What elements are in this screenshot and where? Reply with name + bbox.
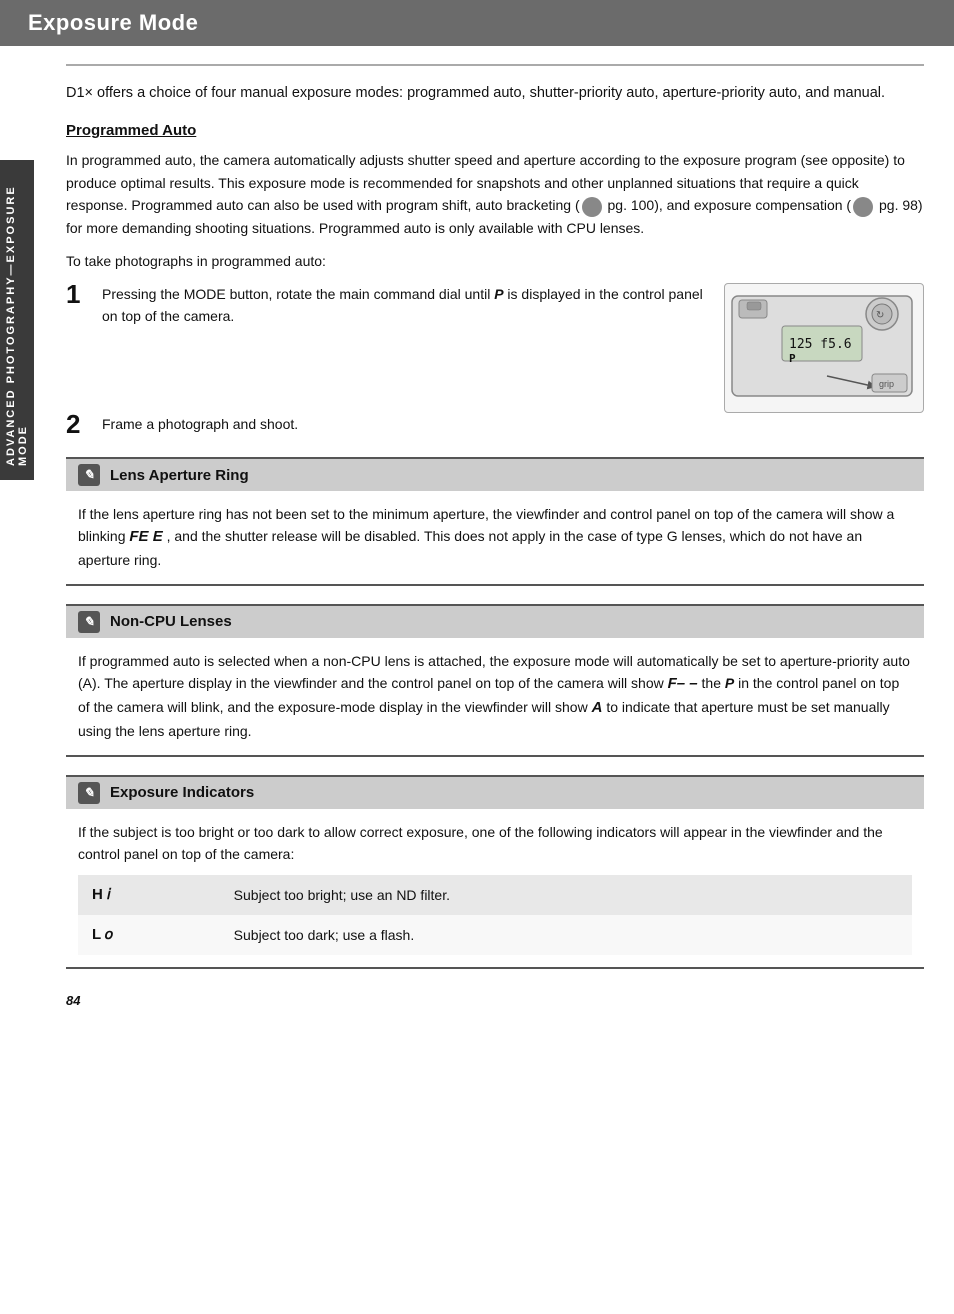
step1-container: 1 Pressing the MODE button, rotate the m… bbox=[66, 283, 704, 328]
exposure-indicators-text: If the subject is too bright or too dark… bbox=[78, 821, 912, 866]
step1-text: Pressing the MODE button, rotate the mai… bbox=[102, 283, 704, 328]
exposure-indicators-box: ✎ Exposure Indicators If the subject is … bbox=[66, 775, 924, 970]
step2-number: 2 bbox=[66, 411, 86, 437]
camera-diagram: ↻ 125 f5.6 P grip bbox=[724, 283, 924, 413]
bracket-icon bbox=[582, 197, 602, 217]
step1-row: 1 Pressing the MODE button, rotate the m… bbox=[66, 283, 924, 413]
programmed-auto-body: In programmed auto, the camera automatic… bbox=[66, 149, 924, 239]
f-minus-symbol: F– – bbox=[668, 675, 698, 692]
intro-text: D1× offers a choice of four manual expos… bbox=[66, 82, 924, 104]
step1-left: 1 Pressing the MODE button, rotate the m… bbox=[66, 283, 704, 344]
step-intro: To take photographs in programmed auto: bbox=[66, 253, 924, 269]
lens-aperture-title: Lens Aperture Ring bbox=[110, 467, 249, 484]
indicator-symbol-lo: L 𝑜 bbox=[78, 915, 220, 955]
indicator-desc-hi: Subject too bright; use an ND filter. bbox=[220, 875, 912, 915]
non-cpu-header: ✎ Non-CPU Lenses bbox=[66, 606, 924, 638]
page-number: 84 bbox=[66, 987, 924, 1008]
exposure-indicators-title: Exposure Indicators bbox=[110, 784, 254, 801]
svg-text:P: P bbox=[789, 352, 796, 365]
fe-symbol: FE E bbox=[129, 528, 162, 545]
camera-svg: ↻ 125 f5.6 P grip bbox=[727, 286, 922, 411]
indicator-desc-lo: Subject too dark; use a flash. bbox=[220, 915, 912, 955]
lens-aperture-icon: ✎ bbox=[78, 464, 100, 486]
camera-diagram-container: ↻ 125 f5.6 P grip bbox=[724, 283, 924, 413]
table-row: H 𝑖 Subject too bright; use an ND filter… bbox=[78, 875, 912, 915]
step2-container: 2 Frame a photograph and shoot. bbox=[66, 413, 924, 437]
exposure-indicators-icon: ✎ bbox=[78, 782, 100, 804]
non-cpu-icon: ✎ bbox=[78, 611, 100, 633]
compensation-icon bbox=[853, 197, 873, 217]
non-cpu-title: Non-CPU Lenses bbox=[110, 613, 232, 630]
lens-aperture-body: If the lens aperture ring has not been s… bbox=[66, 491, 924, 584]
page-title: Exposure Mode bbox=[28, 10, 198, 36]
top-divider bbox=[66, 64, 924, 66]
lens-aperture-box: ✎ Lens Aperture Ring If the lens apertur… bbox=[66, 457, 924, 586]
indicator-symbol-hi: H 𝑖 bbox=[78, 875, 220, 915]
page-header: Exposure Mode bbox=[0, 0, 954, 46]
non-cpu-box: ✎ Non-CPU Lenses If programmed auto is s… bbox=[66, 604, 924, 757]
exposure-indicators-header: ✎ Exposure Indicators bbox=[66, 777, 924, 809]
exposure-indicators-body: If the subject is too bright or too dark… bbox=[66, 809, 924, 968]
a-symbol: A bbox=[592, 699, 603, 716]
step2-text: Frame a photograph and shoot. bbox=[102, 413, 924, 435]
non-cpu-body: If programmed auto is selected when a no… bbox=[66, 638, 924, 755]
svg-text:125 f5.6: 125 f5.6 bbox=[789, 337, 852, 352]
side-tab-label: ADVANCED PHOTOGRAPHY—EXPOSURE MODE bbox=[0, 160, 34, 480]
svg-text:grip: grip bbox=[879, 379, 894, 389]
indicator-table: H 𝑖 Subject too bright; use an ND filter… bbox=[78, 875, 912, 955]
svg-text:↻: ↻ bbox=[876, 310, 884, 321]
step1-number: 1 bbox=[66, 281, 86, 307]
step1-p-symbol: P bbox=[494, 286, 503, 302]
main-content: D1× offers a choice of four manual expos… bbox=[36, 46, 954, 1028]
programmed-auto-heading: Programmed Auto bbox=[66, 122, 924, 139]
p-symbol-inline: P bbox=[725, 675, 734, 691]
table-row: L 𝑜 Subject too dark; use a flash. bbox=[78, 915, 912, 955]
lens-aperture-header: ✎ Lens Aperture Ring bbox=[66, 459, 924, 491]
